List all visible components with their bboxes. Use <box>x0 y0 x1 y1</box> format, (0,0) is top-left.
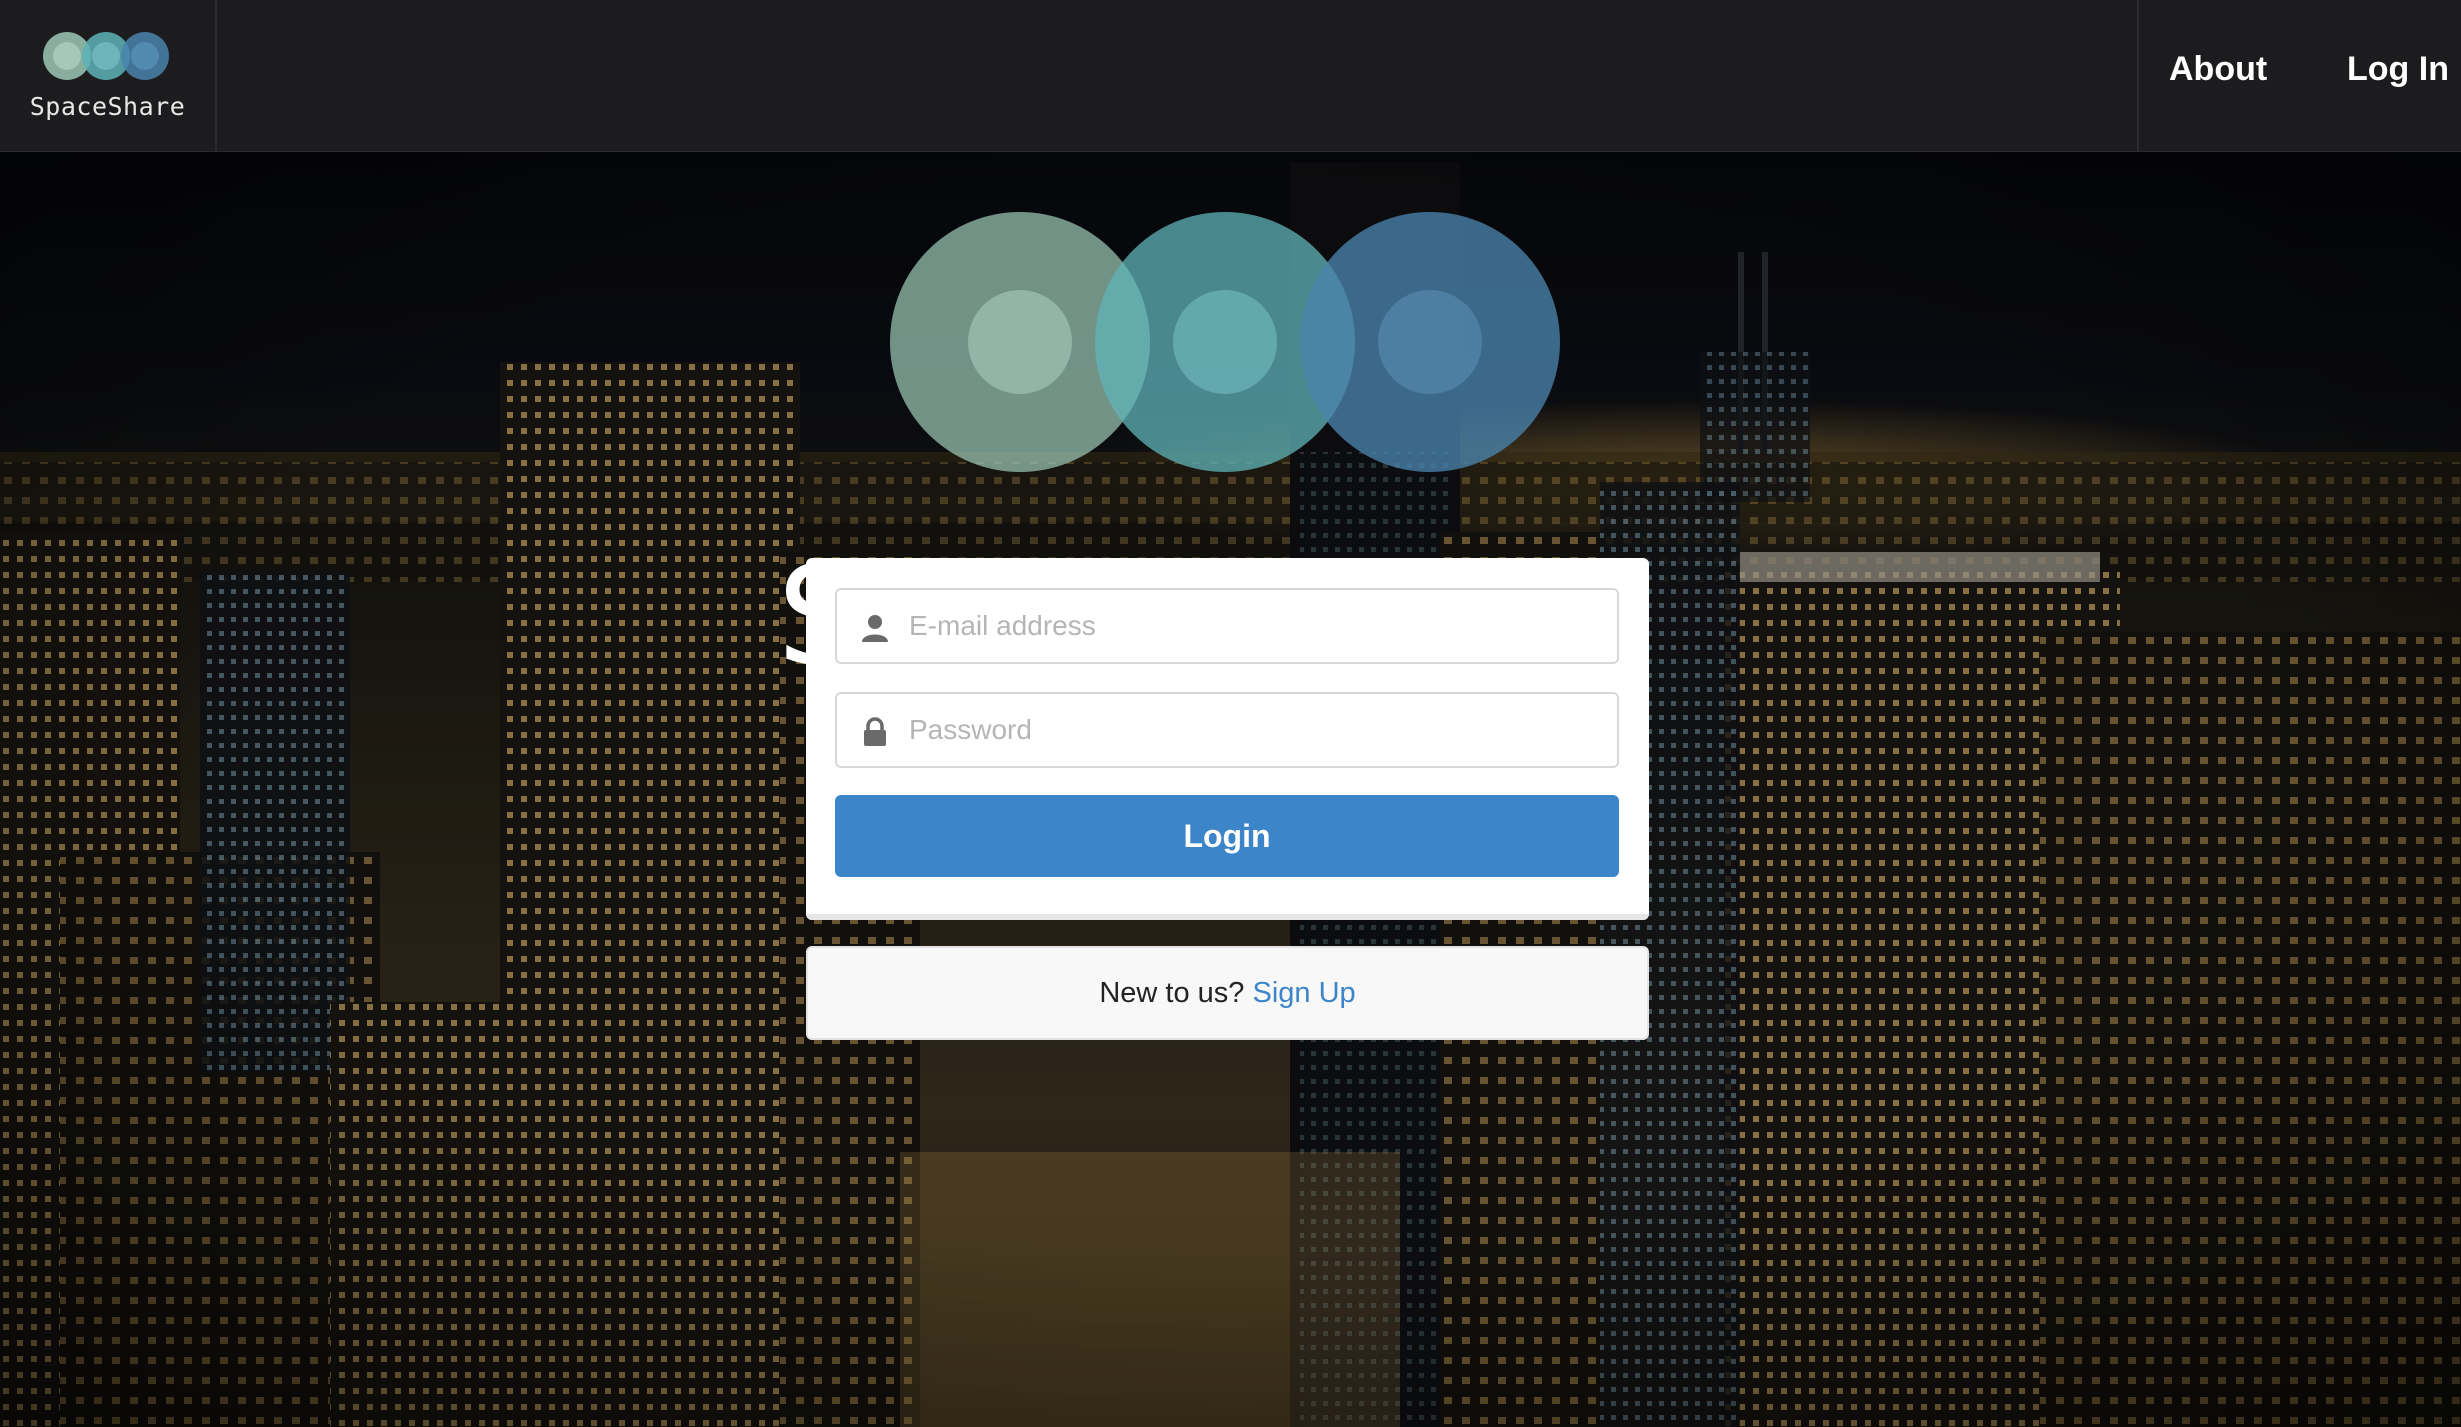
user-icon <box>862 615 888 642</box>
signup-prompt: New to us? <box>1099 977 1245 1009</box>
nav-login-link[interactable]: Log In <box>2347 50 2449 89</box>
login-button[interactable]: Login <box>835 795 1619 877</box>
card-divider <box>806 914 1649 920</box>
top-navbar: SpaceShare About Log In <box>0 0 2461 152</box>
password-input[interactable] <box>909 694 1599 766</box>
password-field[interactable] <box>835 692 1619 768</box>
nav-links: About Log In <box>2137 0 2461 152</box>
spaceshare-hero-logo-icon <box>890 212 1560 472</box>
email-input[interactable] <box>909 590 1599 662</box>
spaceshare-logo-icon <box>43 32 169 80</box>
brand-name: SpaceShare <box>29 92 186 121</box>
brand-home-link[interactable]: SpaceShare <box>0 0 217 152</box>
lock-icon <box>864 717 886 746</box>
signup-message: New to us? Sign Up <box>806 946 1649 1040</box>
nav-about-link[interactable]: About <box>2169 50 2267 89</box>
email-field[interactable] <box>835 588 1619 664</box>
login-form: Login <box>806 558 1649 920</box>
signup-link[interactable]: Sign Up <box>1252 977 1355 1009</box>
